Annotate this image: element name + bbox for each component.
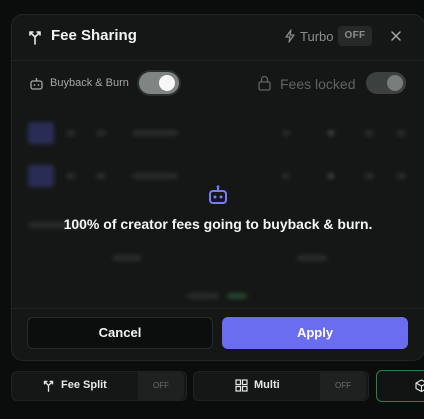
header-divider: [12, 60, 424, 61]
toggle-knob: [387, 75, 403, 91]
fee-split-toggle[interactable]: OFF: [138, 372, 184, 400]
modal-title: Fee Sharing: [51, 27, 137, 44]
fees-locked-label: Fees locked: [280, 76, 356, 92]
turbo-label[interactable]: Turbo: [300, 29, 333, 44]
lightning-icon: [285, 29, 295, 43]
multi-label: Multi: [254, 379, 280, 391]
buyback-burn-toggle[interactable]: [139, 72, 179, 94]
split-arrows-icon: [29, 31, 41, 45]
cube-tab[interactable]: [376, 370, 424, 402]
multi-toggle[interactable]: OFF: [320, 372, 366, 400]
close-icon[interactable]: [389, 29, 403, 43]
turbo-toggle[interactable]: OFF: [338, 26, 372, 46]
footer-divider: [12, 308, 424, 309]
cube-icon: [415, 379, 424, 392]
buyback-burn-label: Buyback & Burn: [50, 77, 129, 89]
modal-header: Fee Sharing Turbo OFF: [12, 15, 424, 59]
robot-icon: [209, 185, 227, 204]
cancel-button[interactable]: Cancel: [27, 317, 213, 349]
buyback-status-message: 100% of creator fees going to buyback & …: [63, 216, 373, 232]
apply-button[interactable]: Apply: [222, 317, 408, 349]
toggle-knob: [159, 75, 175, 91]
multi-tab[interactable]: Multi OFF: [193, 371, 369, 401]
fee-sharing-modal: Fee Sharing Turbo OFF Buyback & Burn Fee…: [11, 14, 424, 361]
split-arrows-icon: [43, 380, 54, 392]
robot-icon: [30, 78, 43, 90]
fee-split-label: Fee Split: [61, 379, 107, 391]
fee-split-tab[interactable]: Fee Split OFF: [11, 371, 187, 401]
fees-locked-toggle[interactable]: [366, 72, 406, 94]
obscured-recipient-rows: [12, 110, 424, 300]
lock-icon: [258, 75, 271, 91]
grid-icon: [235, 379, 248, 392]
